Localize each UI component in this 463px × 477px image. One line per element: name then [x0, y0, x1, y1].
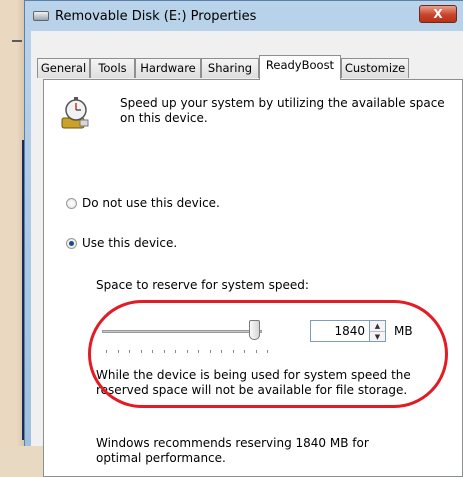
radio-label: Do not use this device.	[82, 196, 220, 210]
tab-tools[interactable]: Tools	[90, 58, 135, 78]
close-button[interactable]: X	[419, 5, 457, 23]
dialog-panel: General Tools Hardware Sharing ReadyBoos…	[31, 31, 463, 477]
spin-up-icon[interactable]: ▲	[370, 321, 385, 331]
properties-window: Removable Disk (E:) Properties X General…	[24, 0, 463, 477]
slider-tick	[106, 350, 107, 353]
slider-tick	[255, 350, 257, 353]
background-edge	[0, 0, 24, 446]
slider-ticks	[106, 350, 276, 354]
title-bar[interactable]: Removable Disk (E:) Properties X	[25, 1, 463, 31]
slider-tick	[163, 350, 165, 353]
slider-tick	[198, 350, 199, 353]
radio-label: Use this device.	[82, 236, 178, 250]
slider-tick	[244, 350, 245, 353]
radio-button[interactable]	[66, 197, 77, 209]
recommendation-text: Windows recommends reserving 1840 MB for…	[96, 436, 369, 465]
feature-description: Speed up your system by utilizing the av…	[120, 96, 445, 125]
tab-customize[interactable]: Customize	[341, 58, 409, 78]
slider-tick	[129, 350, 130, 353]
slider-tick	[140, 350, 142, 353]
window-title: Removable Disk (E:) Properties	[55, 9, 257, 24]
readyboost-tab-content: Speed up your system by utilizing the av…	[43, 79, 463, 477]
unit-label: MB	[394, 324, 413, 338]
readyboost-stopwatch-icon	[61, 97, 89, 129]
slider-tick	[267, 350, 268, 353]
radio-use-device[interactable]: Use this device.	[66, 236, 177, 250]
slider-tick	[186, 350, 188, 353]
slider-tick	[152, 350, 153, 353]
reserve-size-spinner[interactable]: ▲ ▼	[370, 320, 386, 342]
tab-hardware[interactable]: Hardware	[135, 58, 201, 78]
reserve-size-input[interactable]: 1840	[310, 320, 370, 342]
tab-sharing[interactable]: Sharing	[201, 58, 259, 78]
slider-tick	[117, 350, 119, 353]
tab-general[interactable]: General	[37, 58, 90, 78]
slider-tick	[175, 350, 176, 353]
reserve-warning-text: While the device is being used for syste…	[96, 368, 411, 397]
radio-do-not-use[interactable]: Do not use this device.	[66, 196, 220, 210]
reserve-slider-track[interactable]	[102, 330, 262, 333]
slider-tick	[209, 350, 211, 353]
slider-tick	[221, 350, 222, 353]
removable-disk-icon	[33, 11, 49, 21]
tab-readyboost[interactable]: ReadyBoost	[259, 55, 341, 80]
spin-down-icon[interactable]: ▼	[370, 331, 385, 342]
slider-tick	[232, 350, 234, 353]
reserve-space-label: Space to reserve for system speed:	[96, 278, 309, 292]
background-mark	[12, 40, 22, 42]
radio-button[interactable]	[66, 237, 77, 249]
reserve-slider-thumb[interactable]	[249, 320, 261, 340]
